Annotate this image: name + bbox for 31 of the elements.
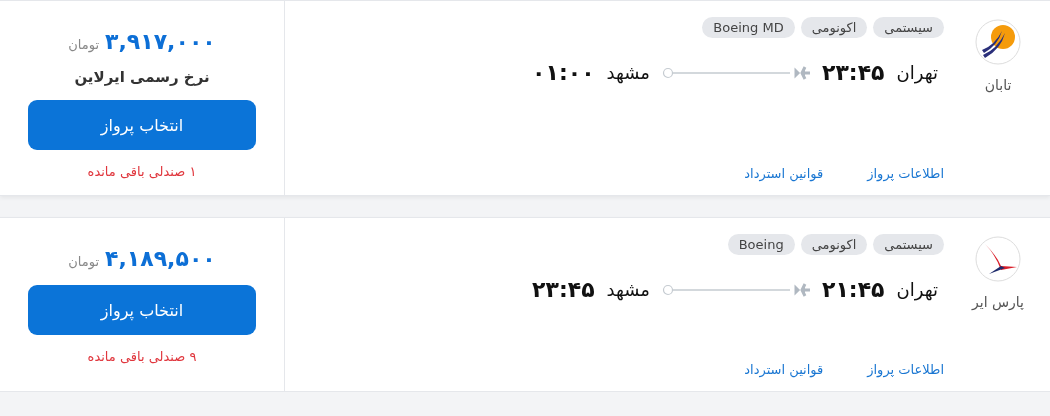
select-flight-button[interactable]: انتخاب پرواز: [28, 100, 256, 150]
price-amount: ۳,۹۱۷,۰۰۰: [105, 29, 216, 54]
airline-name: تابان: [984, 77, 1012, 93]
seats-left: ۹ صندلی باقی مانده: [87, 349, 197, 364]
tag: Boeing: [727, 234, 795, 255]
destination-city: مشهد: [606, 279, 650, 300]
currency-label: تومان: [68, 37, 100, 52]
tag: اکونومی: [800, 234, 868, 255]
seats-left: ۱ صندلی باقی مانده: [87, 164, 197, 179]
select-flight-button[interactable]: انتخاب پرواز: [28, 285, 256, 335]
tag: اکونومی: [800, 17, 868, 38]
link[interactable]: قوانین استرداد: [744, 166, 824, 181]
departure-time: ۲۳:۴۵: [822, 60, 885, 85]
arrival-time: ۰۱:۰۰: [532, 60, 595, 85]
currency-label: تومان: [68, 254, 100, 269]
tag: Boeing MD: [702, 17, 795, 38]
destination-city: مشهد: [606, 62, 650, 83]
airline-name: پارس ایر: [972, 294, 1024, 310]
arrival-time: ۲۳:۴۵: [532, 277, 595, 302]
fare-note: نرخ رسمی ایرلاین: [74, 68, 210, 86]
origin-city: تهران: [896, 62, 938, 83]
link[interactable]: اطلاعات پرواز: [867, 166, 944, 181]
origin-city: تهران: [896, 279, 938, 300]
tag: سیستمی: [873, 234, 944, 255]
wing-logo-icon: [975, 236, 1021, 282]
swoosh-logo-icon: [975, 19, 1021, 65]
tag: سیستمی: [873, 17, 944, 38]
price-amount: ۴,۱۸۹,۵۰۰: [105, 246, 216, 271]
link[interactable]: قوانین استرداد: [744, 362, 824, 377]
link[interactable]: اطلاعات پرواز: [867, 362, 944, 377]
departure-time: ۲۱:۴۵: [822, 277, 885, 302]
